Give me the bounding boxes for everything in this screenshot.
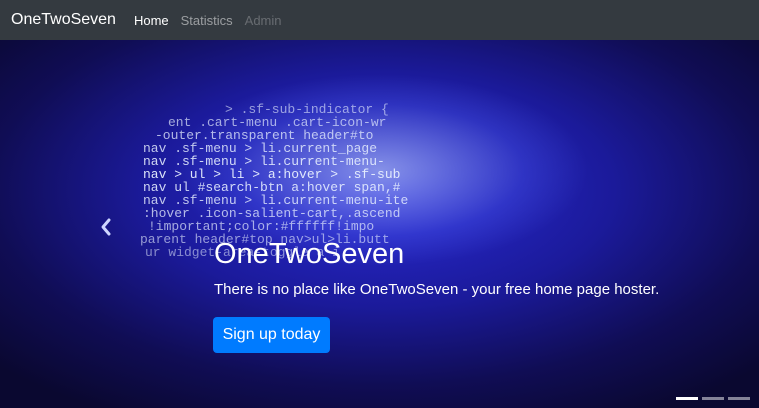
hero-carousel: > .sf-sub-indicator {ent .cart-menu .car… <box>0 40 759 408</box>
nav-link-statistics[interactable]: Statistics <box>181 13 233 28</box>
carousel-prev-control[interactable] <box>96 212 116 242</box>
nav-link-admin: Admin <box>244 12 282 28</box>
carousel-indicator[interactable] <box>702 397 724 400</box>
carousel-indicator[interactable] <box>728 397 750 400</box>
navbar: OneTwoSeven Home Statistics Admin <box>0 0 759 40</box>
hero-caption: OneTwoSeven There is no place like OneTw… <box>214 237 659 298</box>
chevron-left-icon <box>101 218 111 236</box>
signup-button[interactable]: Sign up today <box>213 317 330 353</box>
carousel-indicators <box>676 397 750 400</box>
hero-text: There is no place like OneTwoSeven - you… <box>214 281 660 298</box>
nav-link-home[interactable]: Home <box>134 13 169 28</box>
brand-logo[interactable]: OneTwoSeven <box>11 11 116 29</box>
hero-title: OneTwoSeven <box>214 238 405 270</box>
carousel-indicator[interactable] <box>676 397 698 400</box>
